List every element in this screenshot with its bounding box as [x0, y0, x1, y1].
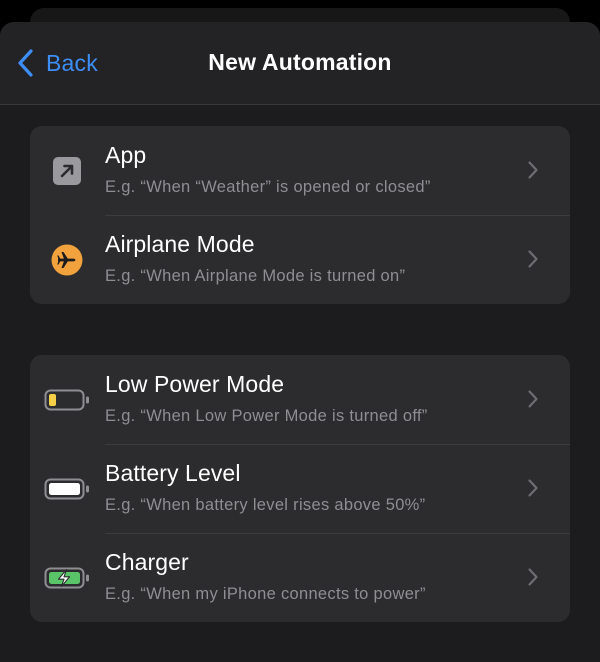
trigger-group-1: App E.g. “When “Weather” is opened or cl…: [30, 126, 570, 304]
trigger-title: Low Power Mode: [105, 371, 285, 397]
chevron-right-icon: [528, 250, 538, 268]
battery-low-icon: [44, 384, 90, 416]
trigger-subtitle: E.g. “When “Weather” is opened or closed…: [105, 178, 431, 196]
trigger-subtitle: E.g. “When my iPhone connects to power”: [105, 585, 426, 603]
trigger-title: Charger: [105, 549, 189, 575]
trigger-row-app[interactable]: App E.g. “When “Weather” is opened or cl…: [30, 126, 570, 215]
new-automation-sheet: Back New Automation App E.g. “When “Weat…: [0, 22, 600, 662]
trigger-title: Battery Level: [105, 460, 241, 486]
airplane-icon: [50, 244, 84, 276]
trigger-subtitle: E.g. “When Low Power Mode is turned off”: [105, 407, 428, 425]
trigger-title: Airplane Mode: [105, 231, 255, 257]
page-title: New Automation: [208, 49, 392, 75]
chevron-right-icon: [528, 161, 538, 179]
trigger-row-battery-level[interactable]: Battery Level E.g. “When battery level r…: [30, 444, 570, 533]
trigger-row-low-power-mode[interactable]: Low Power Mode E.g. “When Low Power Mode…: [30, 355, 570, 444]
trigger-title: App: [105, 142, 147, 168]
chevron-right-icon: [528, 390, 538, 408]
navigation-bar: Back New Automation: [0, 22, 600, 105]
battery-charging-icon: [44, 562, 90, 594]
trigger-subtitle: E.g. “When battery level rises above 50%…: [105, 496, 426, 514]
trigger-subtitle: E.g. “When Airplane Mode is turned on”: [105, 267, 406, 285]
app-open-icon: [50, 155, 84, 187]
chevron-right-icon: [528, 568, 538, 586]
battery-full-icon: [44, 473, 90, 505]
trigger-row-charger[interactable]: Charger E.g. “When my iPhone connects to…: [30, 533, 570, 622]
trigger-group-2: Low Power Mode E.g. “When Low Power Mode…: [30, 355, 570, 622]
trigger-row-airplane-mode[interactable]: Airplane Mode E.g. “When Airplane Mode i…: [30, 215, 570, 304]
chevron-right-icon: [528, 479, 538, 497]
